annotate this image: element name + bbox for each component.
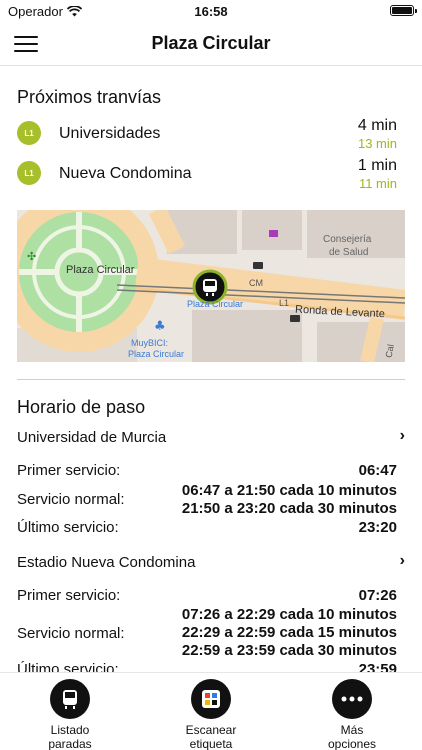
schedule-row-last: Último servicio: 23:59	[17, 661, 397, 672]
more-dots-icon	[332, 679, 372, 719]
first-service-value: 07:26	[358, 587, 397, 604]
tram-icon	[50, 679, 90, 719]
schedule-row-normal: Servicio normal: 06:47 a 21:50 cada 10 m…	[17, 481, 397, 521]
tram-row-universidades[interactable]: L1 Universidades 4 min 13 min	[0, 117, 422, 157]
first-service-value: 06:47	[358, 462, 397, 479]
schedule-row-normal: Servicio normal: 07:26 a 22:29 cada 10 m…	[17, 606, 397, 664]
normal-service-value: 06:47 a 21:50 cada 10 minutos	[181, 482, 397, 499]
svg-text:♣: ♣	[154, 319, 166, 334]
schedule-row-first: Primer servicio: 07:26	[17, 587, 397, 605]
tab-label: etiqueta	[189, 737, 233, 750]
last-service-value: 23:59	[358, 661, 397, 672]
tram-next-eta: 13 min	[357, 136, 397, 151]
chevron-right-icon: ›	[399, 552, 405, 569]
tram-next-eta: 11 min	[358, 176, 397, 191]
tab-label: opciones	[327, 737, 377, 750]
chevron-right-icon: ›	[399, 427, 405, 444]
map-label-cm: CM	[249, 278, 263, 288]
tab-bar: Listado paradas Escanear etiqueta Más op…	[0, 672, 422, 750]
normal-service-value: 07:26 a 22:29 cada 10 minutos	[181, 606, 397, 623]
status-bar: Operador 16:58	[0, 0, 422, 22]
tram-destination: Nueva Condomina	[59, 165, 192, 182]
first-service-label: Primer servicio:	[17, 587, 121, 604]
tab-scan-tag[interactable]: Escanear etiqueta	[141, 679, 281, 750]
last-service-value: 23:20	[358, 519, 397, 536]
map-label-plaza-small: Plaza Circular	[187, 299, 244, 309]
route-name: Universidad de Murcia	[17, 429, 167, 446]
tram-eta: 4 min	[357, 117, 397, 134]
tab-label: paradas	[48, 737, 92, 750]
normal-service-label: Servicio normal:	[17, 625, 125, 642]
route-header-universidad[interactable]: Universidad de Murcia ›	[17, 427, 405, 446]
map-label-consejeria: Consejería	[323, 234, 372, 245]
map-label-salud: de Salud	[329, 247, 369, 258]
tram-destination: Universidades	[59, 125, 161, 142]
svg-text:✣: ✣	[27, 250, 36, 263]
route-name: Estadio Nueva Condomina	[17, 554, 196, 571]
normal-service-value: 21:50 a 23:20 cada 30 minutos	[181, 500, 397, 517]
map-label-muybici: MuyBICI:	[131, 338, 169, 348]
schedule-title: Horario de paso	[17, 397, 146, 417]
map-canvas: ✣ ♣	[17, 210, 405, 362]
nav-bar: Plaza Circular	[0, 22, 422, 66]
tab-more-options[interactable]: Más opciones	[282, 679, 422, 750]
map-label-line: L1	[279, 298, 290, 308]
tab-label: Escanear	[185, 723, 237, 737]
schedule-row-last: Último servicio: 23:20	[17, 519, 397, 537]
map-label-muybici-plaza: Plaza Circular	[128, 349, 185, 359]
schedule-row-first: Primer servicio: 06:47	[17, 462, 397, 480]
tab-label: Más	[340, 723, 364, 737]
status-time: 16:58	[194, 4, 228, 19]
next-trams-title: Próximos tranvías	[17, 87, 162, 107]
page-title: Plaza Circular	[151, 33, 271, 53]
route-header-estadio[interactable]: Estadio Nueva Condomina ›	[17, 552, 405, 571]
last-service-label: Último servicio:	[17, 519, 119, 536]
tram-eta: 1 min	[357, 157, 397, 174]
scan-qr-icon	[191, 679, 231, 719]
normal-service-value: 22:29 a 22:59 cada 15 minutos	[181, 624, 397, 641]
first-service-label: Primer servicio:	[17, 462, 121, 479]
tab-stop-list[interactable]: Listado paradas	[0, 679, 140, 750]
battery-icon	[390, 5, 417, 16]
last-service-label: Último servicio:	[17, 661, 119, 672]
map-label-plaza: Plaza Circular	[66, 264, 135, 276]
section-divider	[17, 379, 405, 380]
normal-service-value: 22:59 a 23:59 cada 30 minutos	[181, 642, 397, 659]
line-badge: L1	[17, 161, 41, 185]
stop-map[interactable]: ✣ ♣ Plaza Circular Consejería de Salud R…	[17, 210, 405, 362]
tab-label: Listado	[50, 723, 90, 737]
line-badge: L1	[17, 121, 41, 145]
normal-service-label: Servicio normal:	[17, 491, 125, 508]
tram-row-nueva-condomina[interactable]: L1 Nueva Condomina 1 min 11 min	[0, 157, 422, 197]
main-content[interactable]: Próximos tranvías L1 Universidades 4 min…	[0, 67, 422, 672]
